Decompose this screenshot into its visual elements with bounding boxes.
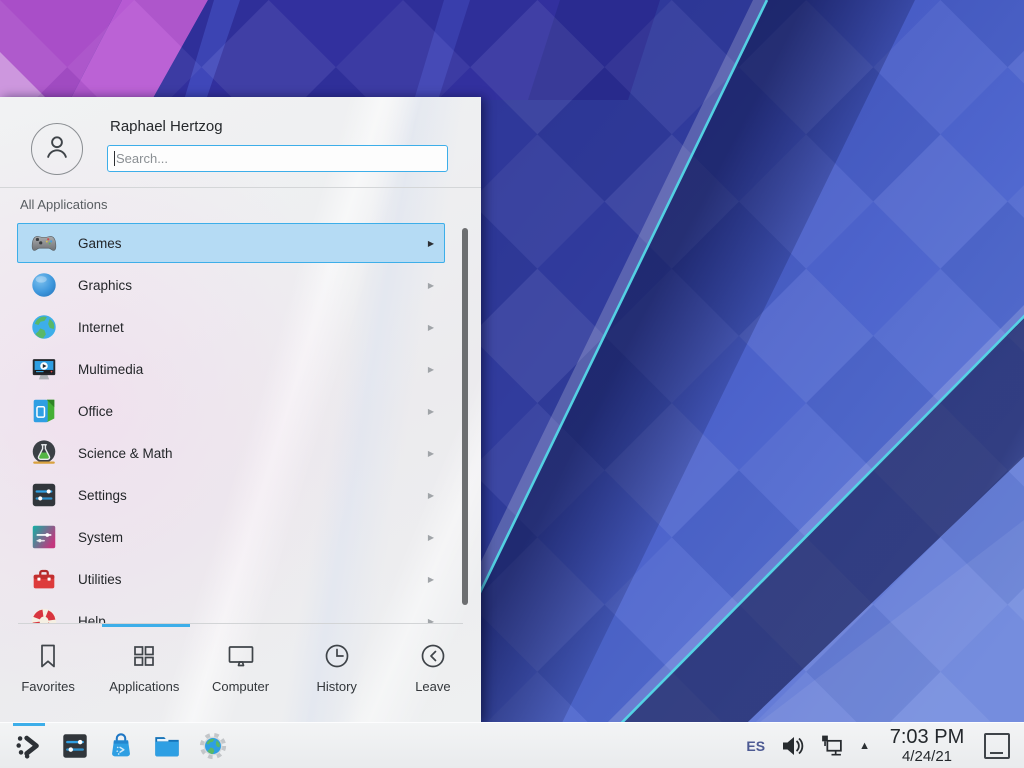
- settings-icon: [29, 480, 59, 510]
- system-settings-button[interactable]: [52, 723, 98, 768]
- clock-date: 4/24/21: [902, 748, 952, 765]
- header-separator: [0, 187, 481, 188]
- tab-label: Computer: [212, 679, 269, 694]
- category-label: Multimedia: [78, 362, 143, 377]
- show-desktop-button[interactable]: [984, 733, 1010, 759]
- computer-icon: [225, 640, 257, 672]
- tab-label: History: [316, 679, 356, 694]
- category-item-graphics[interactable]: Graphics ▶: [17, 265, 445, 305]
- category-label: Science & Math: [78, 446, 173, 461]
- category-list: Games ▶ Graphics ▶ Internet: [0, 223, 481, 623]
- volume-icon[interactable]: [780, 734, 804, 758]
- category-item-settings[interactable]: Settings ▶: [17, 475, 445, 515]
- category-label: Help: [78, 614, 106, 624]
- digital-clock[interactable]: 7:03 PM 4/24/21: [885, 727, 969, 765]
- user-icon: [40, 130, 74, 169]
- discover-bag-icon: [106, 731, 136, 761]
- tab-label: Favorites: [21, 679, 74, 694]
- submenu-arrow-icon: ▶: [428, 365, 434, 374]
- clock-time: 7:03 PM: [890, 727, 964, 748]
- office-icon: [29, 396, 59, 426]
- submenu-arrow-icon: ▶: [428, 239, 434, 248]
- active-tab-indicator: [102, 624, 190, 627]
- tab-label: Leave: [415, 679, 450, 694]
- category-label: Games: [78, 236, 122, 251]
- category-label: Graphics: [78, 278, 132, 293]
- applications-icon: [128, 640, 160, 672]
- search-placeholder: Search...: [116, 151, 168, 166]
- category-label: System: [78, 530, 123, 545]
- show-desktop-line: [990, 752, 1003, 754]
- system-tray: ES ▲ 7:03 PM 4/24/21: [746, 727, 1010, 765]
- discover-button[interactable]: [98, 723, 144, 768]
- submenu-arrow-icon: ▶: [428, 533, 434, 542]
- taskbar: ES ▲ 7:03 PM 4/24/21: [0, 722, 1024, 768]
- tab-history[interactable]: History: [289, 640, 385, 722]
- text-caret: [114, 151, 115, 166]
- graphics-icon: [29, 270, 59, 300]
- folder-icon: [152, 731, 182, 761]
- category-item-utilities[interactable]: Utilities ▶: [17, 559, 445, 599]
- desktop: Raphael Hertzog Search... All Applicatio…: [0, 0, 1024, 768]
- system-icon: [29, 522, 59, 552]
- multimedia-icon: [29, 354, 59, 384]
- network-icon[interactable]: [819, 733, 844, 758]
- utilities-icon: [29, 564, 59, 594]
- tab-leave[interactable]: Leave: [385, 640, 481, 722]
- category-item-office[interactable]: Office ▶: [17, 391, 445, 431]
- launcher-button[interactable]: [6, 723, 52, 768]
- tab-computer[interactable]: Computer: [192, 640, 288, 722]
- section-label: All Applications: [20, 197, 107, 212]
- scrollbar[interactable]: [462, 228, 468, 605]
- tab-label: Applications: [109, 679, 179, 694]
- category-item-system[interactable]: System ▶: [17, 517, 445, 557]
- submenu-arrow-icon: ▶: [428, 575, 434, 584]
- web-browser-button[interactable]: [190, 723, 236, 768]
- internet-icon: [29, 312, 59, 342]
- submenu-arrow-icon: ▶: [428, 491, 434, 500]
- help-icon: [29, 606, 59, 623]
- submenu-arrow-icon: ▶: [428, 407, 434, 416]
- category-item-internet[interactable]: Internet ▶: [17, 307, 445, 347]
- keyboard-layout-indicator[interactable]: ES: [746, 738, 765, 754]
- category-label: Settings: [78, 488, 127, 503]
- category-label: Internet: [78, 320, 124, 335]
- kde-launcher-icon: [14, 731, 44, 761]
- search-input[interactable]: Search...: [107, 145, 448, 172]
- games-icon: [29, 228, 59, 258]
- history-icon: [321, 640, 353, 672]
- tab-favorites[interactable]: Favorites: [0, 640, 96, 722]
- category-item-science-math[interactable]: Science & Math ▶: [17, 433, 445, 473]
- expand-arrow-icon[interactable]: ▲: [859, 740, 870, 752]
- category-label: Office: [78, 404, 113, 419]
- favorites-icon: [32, 640, 64, 672]
- category-item-games[interactable]: Games ▶: [17, 223, 445, 263]
- globe-gear-icon: [198, 731, 228, 761]
- submenu-arrow-icon: ▶: [428, 323, 434, 332]
- submenu-arrow-icon: ▶: [428, 449, 434, 458]
- tab-applications[interactable]: Applications: [96, 640, 192, 722]
- category-item-help[interactable]: Help ▶: [17, 601, 445, 623]
- science-icon: [29, 438, 59, 468]
- submenu-arrow-icon: ▶: [428, 281, 434, 290]
- launcher-active-indicator: [13, 723, 45, 726]
- category-label: Utilities: [78, 572, 122, 587]
- application-launcher-menu: Raphael Hertzog Search... All Applicatio…: [0, 97, 481, 722]
- footer-separator: [18, 623, 463, 624]
- leave-icon: [417, 640, 449, 672]
- avatar[interactable]: [31, 123, 83, 175]
- file-manager-button[interactable]: [144, 723, 190, 768]
- system-settings-icon: [60, 731, 90, 761]
- category-item-multimedia[interactable]: Multimedia ▶: [17, 349, 445, 389]
- launcher-tab-bar: Favorites Applications Computer History: [0, 628, 481, 722]
- user-name: Raphael Hertzog: [110, 118, 223, 135]
